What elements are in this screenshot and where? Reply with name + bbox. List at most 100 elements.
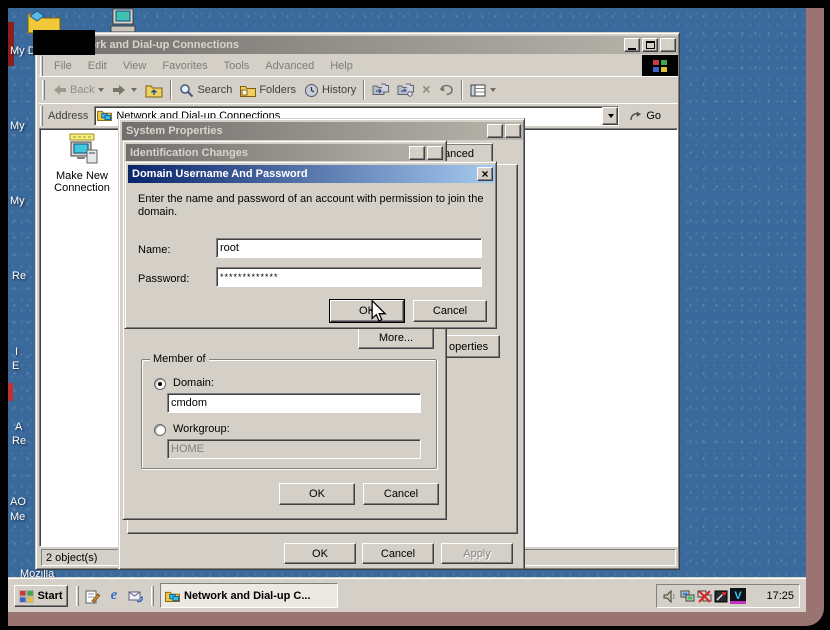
mouse-cursor <box>370 300 387 327</box>
close-button[interactable]: × <box>427 146 443 160</box>
name-input[interactable] <box>216 238 482 258</box>
outlook-express-icon[interactable] <box>128 588 144 604</box>
go-arrow-icon <box>629 110 643 122</box>
identification-changes-titlebar[interactable]: Identification Changes ? × <box>126 144 445 162</box>
domain-radio-label[interactable]: Domain: <box>173 377 214 389</box>
menu-grip[interactable] <box>40 56 43 76</box>
domain-dialog-titlebar[interactable]: Domain Username And Password × <box>128 165 495 183</box>
sysprops-apply-button[interactable]: Apply <box>441 543 513 564</box>
cutoff-icon-fragment <box>8 383 13 401</box>
undo-icon <box>438 84 454 97</box>
workgroup-radio[interactable] <box>154 424 166 436</box>
domain-dialog-title: Domain Username And Password <box>132 168 475 180</box>
menu-help[interactable]: Help <box>322 60 361 72</box>
address-grip[interactable] <box>40 106 43 126</box>
views-button[interactable] <box>466 82 500 99</box>
password-input[interactable] <box>216 267 482 287</box>
toolbar-grip[interactable] <box>42 80 45 100</box>
taskbar: Start e Network and Dial-up C... <box>8 578 806 612</box>
forward-caret-icon[interactable] <box>131 88 137 92</box>
domain-ok-button[interactable]: OK <box>330 300 404 322</box>
sysprops-ok-button[interactable]: OK <box>284 543 356 564</box>
folders-button[interactable]: Folders <box>236 82 300 99</box>
domain-radio[interactable] <box>154 378 166 390</box>
domain-password-dialog: Domain Username And Password × Enter the… <box>124 161 497 329</box>
history-button[interactable]: History <box>300 81 360 100</box>
clock[interactable]: 17:25 <box>766 590 794 602</box>
delete-button[interactable]: × <box>418 81 434 99</box>
window-titlebar[interactable]: Network and Dial-up Connections × <box>39 36 678 54</box>
move-to-button[interactable] <box>368 81 393 99</box>
workgroup-radio-label[interactable]: Workgroup: <box>173 423 230 435</box>
domain-input[interactable] <box>167 393 421 413</box>
minimize-button[interactable] <box>624 38 640 52</box>
taskbar-grip[interactable] <box>151 586 154 606</box>
desktop-icon-label[interactable]: Re <box>12 435 26 447</box>
desktop-icon-label[interactable]: Re <box>12 270 26 282</box>
close-button[interactable]: × <box>505 124 521 138</box>
search-button[interactable]: Search <box>175 81 236 100</box>
make-new-connection-icon <box>65 133 99 167</box>
address-dropdown-button[interactable] <box>602 107 618 125</box>
v-utility-tray-icon[interactable]: V <box>730 588 746 604</box>
workgroup-input <box>167 439 421 459</box>
search-icon <box>179 83 194 98</box>
menu-favorites[interactable]: Favorites <box>154 60 215 72</box>
close-button[interactable]: × <box>660 38 676 52</box>
desktop-icon-label[interactable]: My <box>10 195 25 207</box>
internet-explorer-icon[interactable]: e <box>106 587 122 603</box>
make-new-connection-item[interactable]: Make New Connection <box>44 133 120 194</box>
taskbar-task-button[interactable]: Network and Dial-up C... <box>160 583 338 608</box>
identification-cancel-button[interactable]: Cancel <box>363 483 439 505</box>
system-tray: V 17:25 <box>656 584 800 608</box>
menu-file[interactable]: File <box>46 60 80 72</box>
redraw-artifact <box>33 30 95 55</box>
network-tray-icon[interactable] <box>679 588 695 604</box>
back-caret-icon[interactable] <box>98 88 104 92</box>
back-arrow-icon <box>52 84 67 96</box>
menu-advanced[interactable]: Advanced <box>257 60 322 72</box>
desktop-icon-label[interactable]: I <box>15 346 18 358</box>
undo-button[interactable] <box>434 82 458 99</box>
copy-to-button[interactable] <box>393 81 418 99</box>
taskbar-grip[interactable] <box>76 586 79 606</box>
domain-cancel-button[interactable]: Cancel <box>413 300 487 322</box>
toolbar-separator <box>461 80 463 100</box>
more-button[interactable]: More... <box>358 327 434 349</box>
up-button[interactable] <box>141 81 167 100</box>
desktop-icon-label[interactable]: Me <box>10 511 25 523</box>
maximize-button[interactable] <box>642 38 658 52</box>
desktop-icon-label[interactable]: A <box>15 421 22 433</box>
properties-button-fragment[interactable]: operties <box>446 335 500 358</box>
desktop-icon-label[interactable]: My <box>10 120 25 132</box>
views-caret-icon[interactable] <box>490 88 496 92</box>
network-disconnected-icon[interactable] <box>696 588 712 604</box>
menu-tools[interactable]: Tools <box>216 60 258 72</box>
input-device-tray-icon[interactable] <box>713 588 729 604</box>
go-button[interactable]: Go <box>625 108 665 124</box>
desktop-icon-label[interactable]: My D <box>10 45 36 57</box>
back-button[interactable]: Back <box>48 82 108 98</box>
sysprops-cancel-button[interactable]: Cancel <box>362 543 434 564</box>
show-desktop-icon[interactable] <box>84 588 100 604</box>
member-of-label: Member of <box>150 353 209 365</box>
cutoff-icon-fragment <box>8 22 14 66</box>
start-button[interactable]: Start <box>14 585 68 607</box>
volume-icon[interactable] <box>662 588 678 604</box>
make-new-connection-label: Make New Connection <box>44 170 120 194</box>
system-properties-titlebar[interactable]: System Properties ? × <box>122 122 523 140</box>
desktop-icon-label[interactable]: E <box>12 360 19 372</box>
member-of-group: Member of Domain: Workgroup: <box>141 359 437 469</box>
my-computer-icon[interactable] <box>108 8 138 34</box>
windows-logo-icon <box>642 55 678 76</box>
desktop-icon-label[interactable]: AO <box>10 496 26 508</box>
close-button[interactable]: × <box>477 167 493 181</box>
help-button[interactable]: ? <box>487 124 503 138</box>
help-button[interactable]: ? <box>409 146 425 160</box>
menu-view[interactable]: View <box>115 60 155 72</box>
menu-edit[interactable]: Edit <box>80 60 115 72</box>
address-folder-icon <box>97 109 112 124</box>
identification-ok-button[interactable]: OK <box>279 483 355 505</box>
forward-button[interactable] <box>108 82 141 98</box>
up-folder-icon <box>145 83 163 98</box>
